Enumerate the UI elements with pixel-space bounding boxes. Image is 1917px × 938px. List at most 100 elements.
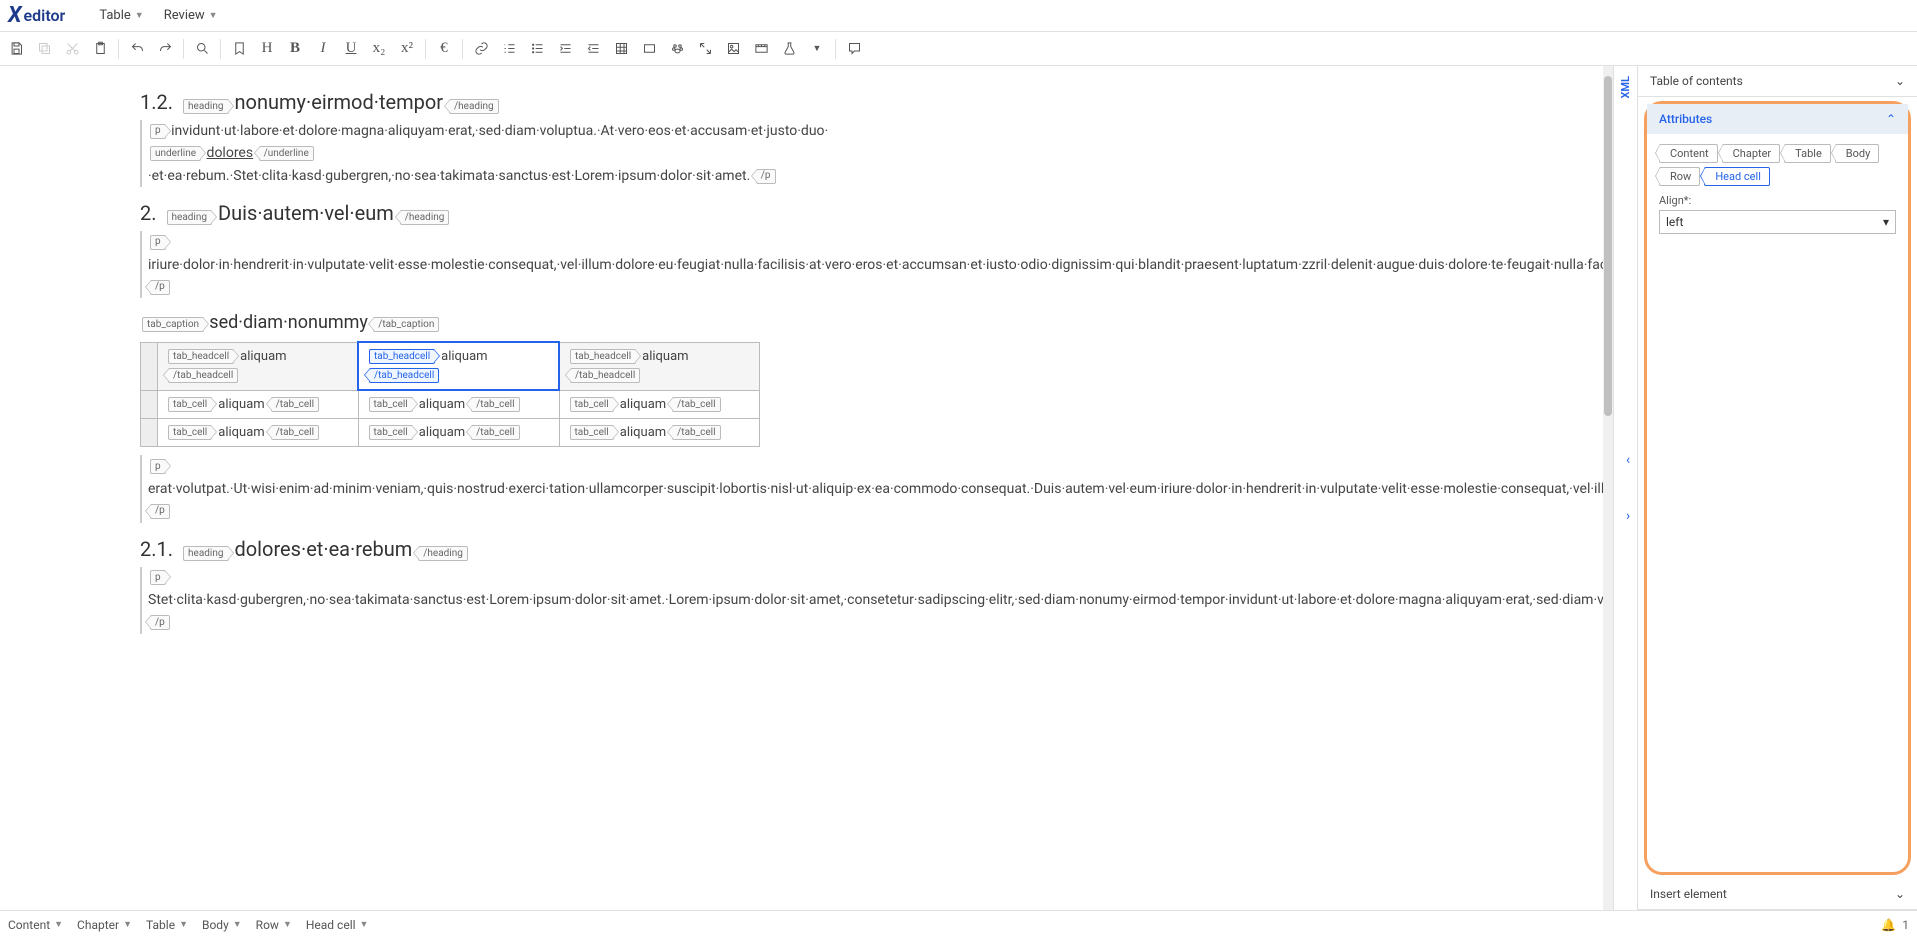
tag-p[interactable]: p	[150, 570, 166, 585]
tag-tab_cell[interactable]: tab_cell	[168, 425, 212, 440]
table-cell[interactable]: tab_cell aliquam/tab_cell	[158, 419, 359, 447]
table-cell[interactable]: tab_cell aliquam/tab_cell	[559, 419, 760, 447]
paragraph[interactable]: p iriure·dolor·in·hendrerit·in·vulputate…	[140, 231, 880, 298]
text-run[interactable]: iriure·dolor·in·hendrerit·in·vulputate·v…	[148, 257, 1613, 273]
attr-crumb-row[interactable]: Row	[1659, 167, 1700, 186]
table-caption[interactable]: tab_caption sed·diam·nonummy /tab_captio…	[140, 312, 880, 333]
heading-text[interactable]: nonumy·eirmod·tempor	[235, 90, 444, 114]
tag-/heading[interactable]: /heading	[400, 210, 450, 225]
bottom-crumb-content[interactable]: Content▼	[8, 918, 63, 932]
tag-/tab_cell[interactable]: /tab_cell	[271, 397, 319, 412]
tag-tab_cell[interactable]: tab_cell	[369, 397, 413, 412]
cell-text[interactable]: aliquam	[240, 349, 286, 364]
comment-icon[interactable]	[840, 35, 868, 63]
caption-text[interactable]: sed·diam·nonummy	[209, 312, 368, 333]
heading-icon[interactable]: H	[253, 35, 281, 63]
text-run[interactable]: erat·volutpat.·Ut·wisi·enim·ad·minim·ven…	[148, 481, 1613, 497]
tag-/tab_cell[interactable]: /tab_cell	[471, 397, 519, 412]
attr-crumb-chapter[interactable]: Chapter	[1722, 144, 1781, 163]
xml-tab[interactable]: XML	[1613, 66, 1637, 910]
menu-table[interactable]: Table▼	[89, 4, 153, 27]
expand-icon[interactable]	[691, 35, 719, 63]
table-head-cell[interactable]: tab_headcell aliquam/tab_headcell	[158, 342, 359, 390]
paragraph[interactable]: p invidunt·ut·labore·et·dolore·magna·ali…	[140, 120, 880, 187]
tag-heading[interactable]: heading	[183, 99, 228, 114]
tag-tab_headcell[interactable]: tab_headcell	[168, 349, 234, 364]
table-corner[interactable]	[141, 342, 158, 390]
tag-/p[interactable]: /p	[756, 169, 776, 184]
link-icon[interactable]	[467, 35, 495, 63]
tag-/p[interactable]: /p	[150, 280, 170, 295]
cell-text[interactable]: aliquam	[620, 425, 666, 440]
table-head-cell[interactable]: tab_headcellaliquam/tab_headcell	[358, 342, 559, 390]
heading-line[interactable]: 2. heading Duis·autem·vel·eum /heading	[140, 201, 880, 225]
text-run[interactable]: invidunt·ut·labore·et·dolore·magna·aliqu…	[171, 123, 828, 139]
attr-crumb-table[interactable]: Table	[1784, 144, 1831, 163]
tag-tab_cell[interactable]: tab_cell	[570, 397, 614, 412]
tag-/tab_cell[interactable]: /tab_cell	[672, 397, 720, 412]
attributes-panel-header[interactable]: Attributes ⌃	[1647, 104, 1908, 134]
panel-collapse-left-icon[interactable]: ‹	[1626, 452, 1630, 468]
video-icon[interactable]	[747, 35, 775, 63]
table-head-cell[interactable]: tab_headcell aliquam/tab_headcell	[559, 342, 760, 390]
save-icon[interactable]	[2, 35, 30, 63]
underline-icon[interactable]: U	[337, 35, 365, 63]
tag-tab_cell[interactable]: tab_cell	[570, 425, 614, 440]
align-select[interactable]: left ▾	[1659, 210, 1896, 234]
attr-crumb-content[interactable]: Content	[1659, 144, 1718, 163]
notification-bell-icon[interactable]: 🔔	[1881, 918, 1896, 932]
tag-p[interactable]: p	[150, 235, 166, 250]
bookmark-icon[interactable]	[225, 35, 253, 63]
table-cell[interactable]: tab_cellaliquam/tab_cell	[559, 390, 760, 419]
tag-tab_caption[interactable]: tab_caption	[142, 317, 204, 332]
cell-text[interactable]: aliquam	[419, 425, 465, 440]
tag-/tab_cell[interactable]: /tab_cell	[672, 425, 720, 440]
bottom-crumb-head-cell[interactable]: Head cell▼	[306, 918, 369, 932]
bottom-crumb-chapter[interactable]: Chapter▼	[77, 918, 132, 932]
paragraph[interactable]: p erat·volutpat.·Ut·wisi·enim·ad·minim·v…	[140, 455, 880, 522]
content-table[interactable]: tab_headcellaliquam/tab_headcelltab_head…	[140, 341, 760, 447]
cell-text[interactable]: aliquam	[441, 349, 487, 364]
table-row-handle[interactable]	[141, 390, 158, 419]
paste-icon[interactable]	[86, 35, 114, 63]
tag-tab_headcell[interactable]: tab_headcell	[570, 349, 636, 364]
heading-text[interactable]: Duis·autem·vel·eum	[218, 201, 394, 225]
bold-icon[interactable]: B	[281, 35, 309, 63]
cell-text[interactable]: aliquam	[419, 397, 465, 412]
tag-underline[interactable]: underline	[150, 146, 201, 161]
outdent-icon[interactable]	[579, 35, 607, 63]
table-cell[interactable]: tab_cell aliquam/tab_cell	[358, 419, 559, 447]
table-cell[interactable]: tab_cellaliquam/tab_cell	[158, 390, 359, 419]
text-run[interactable]: Stet·clita·kasd·gubergren,·no·sea·takima…	[148, 592, 1613, 608]
tag-tab_cell[interactable]: tab_cell	[369, 425, 413, 440]
ul-icon[interactable]	[523, 35, 551, 63]
bottom-crumb-row[interactable]: Row▼	[256, 918, 292, 932]
cell-text[interactable]: aliquam	[642, 349, 688, 364]
scrollbar[interactable]	[1603, 66, 1613, 910]
tag-/tab_caption[interactable]: /tab_caption	[373, 317, 439, 332]
table-cell[interactable]: tab_cell aliquam/tab_cell	[358, 390, 559, 419]
tag-tab_headcell-close[interactable]: /tab_headcell	[168, 368, 238, 383]
superscript-icon[interactable]: x²	[393, 35, 421, 63]
cell-text[interactable]: aliquam	[218, 425, 264, 440]
redo-icon[interactable]	[151, 35, 179, 63]
heading-line[interactable]: 2.1. heading dolores·et·ea·rebum /headin…	[140, 537, 880, 561]
tag-tab_cell[interactable]: tab_cell	[168, 397, 212, 412]
tag-/tab_cell[interactable]: /tab_cell	[271, 425, 319, 440]
indent-icon[interactable]	[551, 35, 579, 63]
paw-icon[interactable]	[663, 35, 691, 63]
search-icon[interactable]	[188, 35, 216, 63]
italic-icon[interactable]: I	[309, 35, 337, 63]
container-icon[interactable]	[635, 35, 663, 63]
heading-text[interactable]: dolores·et·ea·rebum	[235, 537, 413, 561]
tag-/p[interactable]: /p	[150, 504, 170, 519]
bottom-crumb-table[interactable]: Table▼	[146, 918, 188, 932]
dropdown-icon[interactable]: ▼	[803, 35, 831, 63]
tag-tab_headcell-close[interactable]: /tab_headcell	[570, 368, 640, 383]
table-icon[interactable]	[607, 35, 635, 63]
bottom-crumb-body[interactable]: Body▼	[202, 918, 242, 932]
tag-heading[interactable]: heading	[167, 210, 212, 225]
tag-heading[interactable]: heading	[183, 546, 228, 561]
tag-/tab_cell[interactable]: /tab_cell	[471, 425, 519, 440]
attr-crumb-body[interactable]: Body	[1835, 144, 1880, 163]
